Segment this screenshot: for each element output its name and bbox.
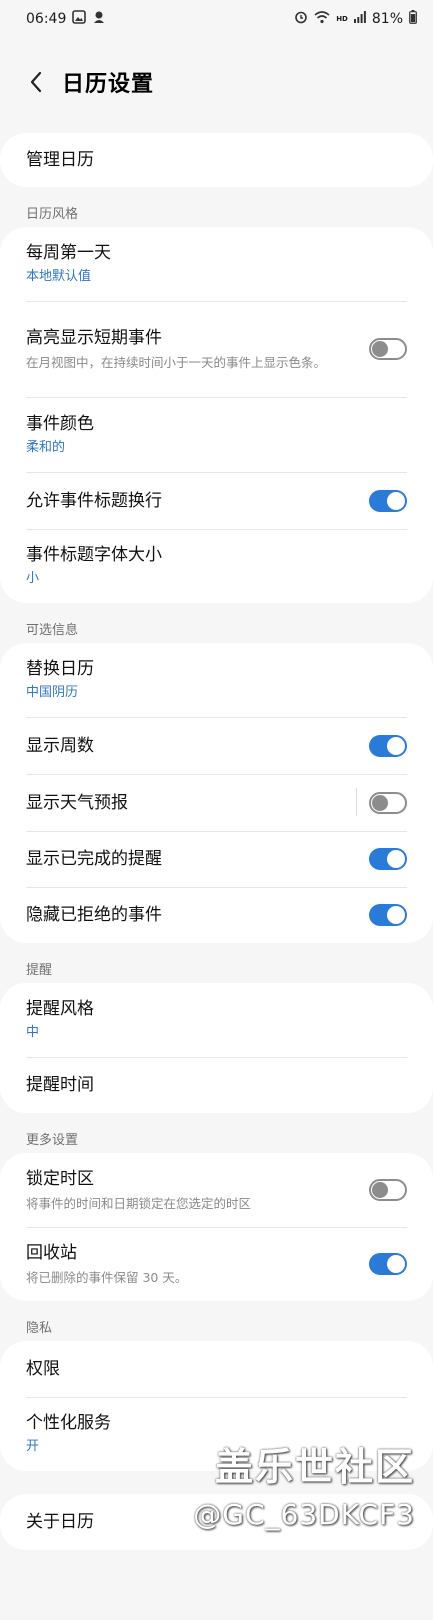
- alt-calendar-value: 中国阴历: [26, 685, 79, 700]
- wrap-titles-item[interactable]: 允许事件标题换行: [0, 472, 433, 529]
- first-day-value: 本地默认值: [26, 269, 92, 284]
- highlight-toggle[interactable]: [369, 338, 407, 360]
- title-font-size-item[interactable]: 事件标题字体大小 小: [0, 529, 433, 603]
- manage-calendars-title: 管理日历: [26, 150, 94, 170]
- alt-calendar-title: 替换日历: [26, 659, 94, 679]
- week-numbers-item[interactable]: 显示周数: [0, 717, 433, 774]
- wifi-icon: [314, 10, 330, 28]
- event-color-value: 柔和的: [26, 439, 66, 455]
- alt-calendar-item[interactable]: 替换日历 中国阴历: [0, 643, 433, 717]
- watermark-title: 盖乐世社区: [214, 1445, 415, 1489]
- toggle-knob: [387, 1255, 405, 1273]
- trash-toggle[interactable]: [369, 1253, 407, 1275]
- wrap-titles-title: 允许事件标题换行: [26, 490, 162, 511]
- battery-icon: [409, 10, 417, 28]
- toggle-knob: [372, 341, 388, 357]
- trash-title: 回收站: [26, 1243, 77, 1263]
- section-label-privacy: 隐私: [26, 1321, 53, 1336]
- section-label-reminders: 提醒: [26, 963, 53, 978]
- alarm-icon: [294, 10, 308, 28]
- week-numbers-title: 显示周数: [26, 735, 94, 756]
- lock-timezone-description: 将事件的时间和日期锁定在您选定的时区: [26, 1196, 252, 1211]
- optional-card: 替换日历 中国阴历 显示周数 显示天气预报 显示已完成的提醒 隐藏已拒绝的事件: [0, 643, 433, 943]
- weather-item[interactable]: 显示天气预报: [0, 774, 433, 831]
- status-bar: 06:49 HD 81%: [0, 0, 433, 38]
- page-title: 日历设置: [62, 72, 155, 97]
- back-button[interactable]: [18, 64, 54, 100]
- title-font-size-value: 小: [26, 571, 40, 586]
- event-color-title: 事件颜色: [26, 413, 94, 434]
- chevron-left-icon: [30, 71, 42, 93]
- weather-title: 显示天气预报: [26, 792, 128, 813]
- reminder-time-item[interactable]: 提醒时间: [0, 1057, 433, 1113]
- highlight-title: 高亮显示短期事件: [26, 328, 162, 348]
- toggle-knob: [387, 491, 405, 510]
- trash-item[interactable]: 回收站 将已删除的事件保留 30 天。: [0, 1227, 433, 1301]
- about-calendar-title: 关于日历: [26, 1512, 94, 1532]
- reminder-time-title: 提醒时间: [26, 1075, 94, 1095]
- image-icon: [72, 10, 87, 28]
- trash-description: 将已删除的事件保留 30 天。: [26, 1270, 188, 1285]
- week-numbers-toggle[interactable]: [369, 734, 407, 757]
- completed-reminders-title: 显示已完成的提醒: [26, 849, 162, 869]
- toggle-knob: [372, 1182, 388, 1198]
- lock-timezone-item[interactable]: 锁定时区 将事件的时间和日期锁定在您选定的时区: [0, 1153, 433, 1227]
- weather-toggle[interactable]: [369, 791, 407, 814]
- app-bar: 日历设置: [0, 52, 433, 112]
- event-color-item[interactable]: 事件颜色 柔和的: [0, 397, 433, 472]
- permissions-item[interactable]: 权限: [0, 1341, 433, 1397]
- title-font-size-title: 事件标题字体大小: [26, 545, 162, 565]
- more-card: 锁定时区 将事件的时间和日期锁定在您选定的时区 回收站 将已删除的事件保留 30…: [0, 1153, 433, 1301]
- reminders-card: 提醒风格 中 提醒时间: [0, 983, 433, 1113]
- toggle-knob: [372, 794, 388, 811]
- notification-icon: [92, 10, 106, 28]
- highlight-item[interactable]: 高亮显示短期事件 在月视图中，在持续时间小于一天的事件上显示色条。: [0, 301, 433, 397]
- wrap-titles-toggle[interactable]: [369, 489, 407, 512]
- permissions-title: 权限: [26, 1359, 60, 1379]
- first-day-item[interactable]: 每周第一天 本地默认值: [0, 227, 433, 301]
- personalization-title: 个性化服务: [26, 1413, 111, 1433]
- lock-timezone-toggle[interactable]: [369, 1179, 407, 1201]
- personalization-value: 开: [26, 1439, 40, 1454]
- reminder-style-value: 中: [26, 1025, 40, 1040]
- completed-reminders-item[interactable]: 显示已完成的提醒: [0, 831, 433, 887]
- hide-declined-item[interactable]: 隐藏已拒绝的事件: [0, 887, 433, 943]
- section-label-more: 更多设置: [26, 1133, 79, 1148]
- toggle-knob: [387, 906, 405, 924]
- status-time: 06:49: [26, 11, 67, 27]
- hd-icon: HD: [336, 15, 348, 23]
- signal-icon: [353, 11, 366, 27]
- watermark-handle: @GC_63DKCF3: [193, 1498, 415, 1531]
- divider: [356, 788, 357, 816]
- reminder-style-title: 提醒风格: [26, 999, 94, 1019]
- section-label-style: 日历风格: [26, 207, 79, 222]
- style-card: 每周第一天 本地默认值 高亮显示短期事件 在月视图中，在持续时间小于一天的事件上…: [0, 227, 433, 603]
- lock-timezone-title: 锁定时区: [26, 1169, 94, 1189]
- manage-calendars-item[interactable]: 管理日历: [0, 133, 433, 187]
- completed-reminders-toggle[interactable]: [369, 848, 407, 870]
- highlight-description: 在月视图中，在持续时间小于一天的事件上显示色条。: [26, 355, 327, 370]
- first-day-title: 每周第一天: [26, 243, 111, 263]
- toggle-knob: [387, 850, 405, 868]
- toggle-knob: [387, 736, 405, 755]
- battery-percent: 81%: [371, 11, 403, 27]
- reminder-style-item[interactable]: 提醒风格 中: [0, 983, 433, 1057]
- hide-declined-toggle[interactable]: [369, 904, 407, 926]
- section-label-optional: 可选信息: [26, 623, 79, 638]
- hide-declined-title: 隐藏已拒绝的事件: [26, 905, 162, 925]
- manage-card: 管理日历: [0, 133, 433, 187]
